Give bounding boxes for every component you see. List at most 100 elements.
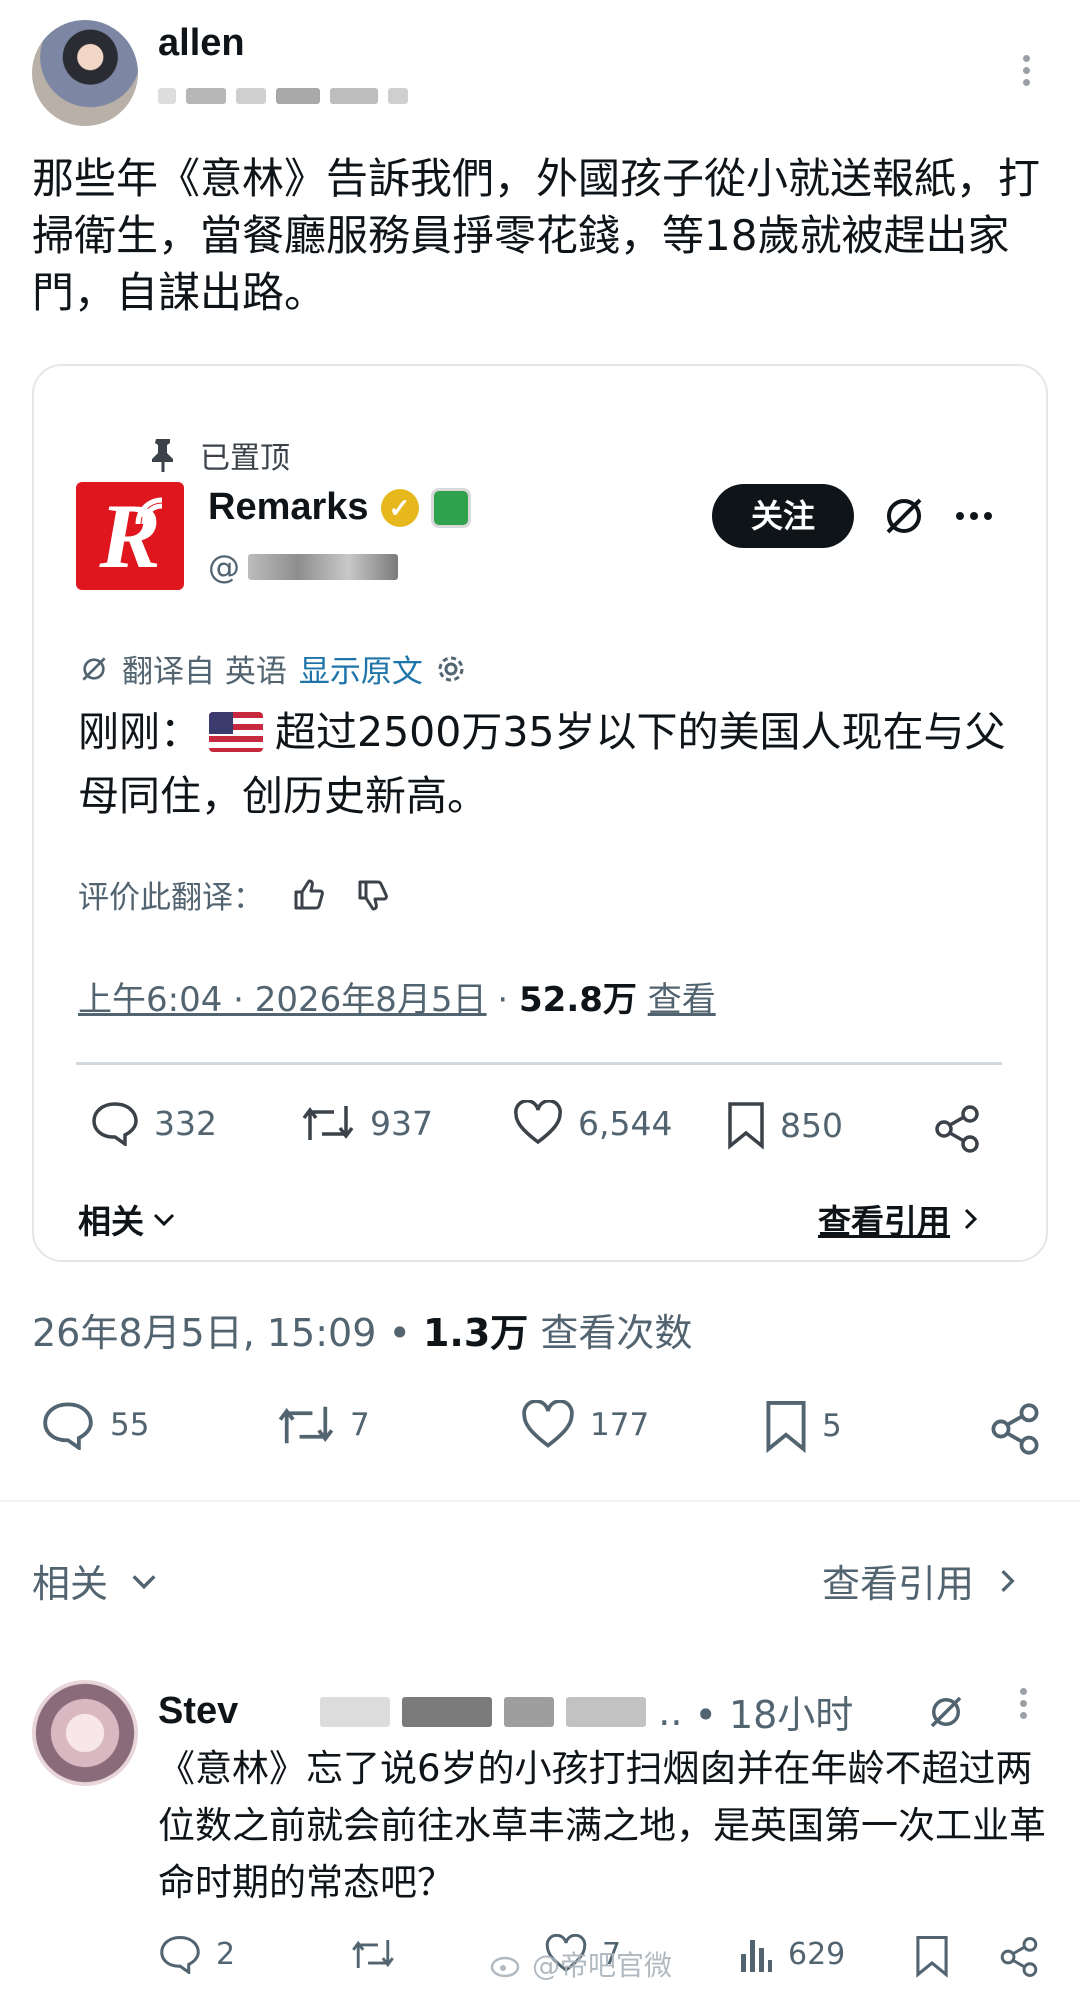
pinned-label: 已置顶	[200, 441, 290, 476]
reply-author-name[interactable]: Stev	[158, 1690, 238, 1733]
post-bookmark-button[interactable]: 5	[764, 1398, 842, 1454]
grok-icon[interactable]	[880, 492, 928, 540]
share-icon[interactable]	[998, 1936, 1040, 1978]
settings-gear-icon[interactable]	[435, 653, 467, 685]
related-label: 相关	[32, 1562, 109, 1606]
quoted-view-quotes-link[interactable]: 查看引用	[818, 1195, 982, 1243]
remarks-avatar[interactable]: R	[76, 482, 184, 590]
reply-count: 55	[110, 1407, 150, 1443]
more-options-icon[interactable]	[1016, 55, 1036, 95]
meta-dot: ·	[486, 980, 520, 1020]
heart-icon	[522, 1400, 574, 1448]
share-icon[interactable]	[932, 1104, 982, 1154]
translated-from-label: 翻译自 英语	[122, 654, 287, 690]
view-quotes-link[interactable]: 查看引用	[822, 1553, 1020, 1608]
repost-count: 7	[350, 1407, 370, 1443]
quoted-related-toggle[interactable]: 相关	[78, 1195, 178, 1243]
author-handle-redacted	[158, 86, 428, 106]
related-toggle[interactable]: 相关	[32, 1553, 160, 1608]
bookmark-count: 850	[780, 1105, 843, 1145]
like-count: 6,544	[578, 1103, 673, 1143]
bookmark-icon[interactable]	[914, 1934, 950, 1978]
redacted-block	[566, 1696, 647, 1727]
author-name[interactable]: allen	[158, 22, 245, 65]
grok-translate-icon	[82, 656, 106, 681]
bookmark-icon	[766, 1400, 806, 1454]
post-like-button[interactable]: 177	[520, 1400, 649, 1450]
reply-avatar[interactable]	[32, 1680, 138, 1786]
quoted-repost-button[interactable]: 937	[300, 1100, 433, 1146]
heart-icon	[514, 1100, 562, 1145]
reply-more-options-icon[interactable]	[1020, 1688, 1030, 1724]
grok-icon[interactable]	[925, 1691, 967, 1733]
post-reply-button[interactable]: 55	[40, 1400, 149, 1450]
reply-views-button[interactable]: 629	[738, 1934, 845, 1974]
quoted-bookmark-button[interactable]: 850	[726, 1100, 843, 1150]
rate-translation-row: 评价此翻译：	[78, 872, 392, 917]
chevron-right-icon	[1001, 1569, 1015, 1592]
quoted-post-text: 刚刚： 超过2500万35岁以下的美国人现在与父母同住，创历史新高。	[78, 700, 1018, 828]
bookmark-count: 5	[822, 1408, 842, 1444]
thumbs-up-icon[interactable]	[290, 876, 328, 914]
chevron-right-icon	[964, 1208, 978, 1230]
quoted-like-button[interactable]: 6,544	[512, 1100, 672, 1146]
redacted-block	[320, 1696, 391, 1727]
weibo-logo-icon	[490, 1956, 520, 1978]
handle-prefix: @	[208, 548, 240, 586]
quoted-meta-row: 上午6:04 · 2026年8月5日 · 52.8万 查看	[78, 972, 716, 1021]
quoted-reply-button[interactable]: 332	[90, 1100, 217, 1146]
post-repost-button[interactable]: 7	[276, 1400, 370, 1450]
reply-icon	[160, 1935, 200, 1974]
quoted-views-label[interactable]: 查看	[648, 980, 716, 1020]
rate-translation-label: 评价此翻译：	[78, 880, 264, 916]
author-avatar[interactable]	[32, 20, 138, 126]
quoted-author-handle[interactable]: @	[208, 548, 398, 586]
thumbs-down-icon[interactable]	[354, 876, 392, 914]
reply-header: Stev .. • 18小时	[158, 1684, 967, 1739]
view-quotes-label: 查看引用	[818, 1202, 950, 1241]
analytics-icon	[741, 1940, 772, 1972]
post-views-count: 1.3万	[422, 1311, 529, 1355]
verified-badge-icon: ✓	[380, 488, 419, 527]
views-count: 629	[788, 1936, 846, 1972]
related-label: 相关	[78, 1202, 144, 1241]
signal-icon	[135, 497, 163, 525]
bookmark-icon	[728, 1102, 764, 1150]
reply-time: • 18小时	[694, 1693, 854, 1737]
us-flag-icon	[209, 712, 263, 752]
quoted-author-row[interactable]: Remarks ✓	[208, 486, 471, 529]
post-meta: 26年8月5日, 15:09 • 1.3万 查看次数	[32, 1302, 692, 1357]
view-quotes-label: 查看引用	[822, 1562, 975, 1606]
reply-repost-button[interactable]	[350, 1934, 410, 1974]
repost-icon	[278, 1406, 334, 1444]
reply-icon	[43, 1402, 93, 1450]
chevron-down-icon	[132, 1574, 156, 1589]
pin-icon	[152, 439, 173, 472]
post-timestamp: 26年8月5日, 15:09 •	[32, 1311, 411, 1355]
post-text: 那些年《意林》告訴我們，外國孩子從小就送報紙，打掃衛生，當餐廳服務員掙零花錢，等…	[32, 154, 1041, 317]
card-divider	[76, 1062, 1002, 1065]
show-original-link[interactable]: 显示原文	[299, 646, 423, 691]
share-icon[interactable]	[988, 1402, 1042, 1456]
handle-redacted	[248, 554, 398, 580]
text-prefix: 刚刚：	[78, 708, 201, 756]
follow-button[interactable]: 关注	[712, 484, 854, 548]
watermark-text: @帝吧官微	[532, 1949, 673, 1982]
repost-icon	[302, 1106, 354, 1140]
reply-text: 《意林》忘了说6岁的小孩打扫烟囱并在年龄不超过两位数之前就会前往水草丰满之地，是…	[158, 1747, 1046, 1904]
post-views-label: 查看次数	[540, 1311, 693, 1355]
repost-icon	[352, 1940, 394, 1968]
translation-bar: 翻译自 英语 显示原文	[78, 646, 467, 691]
card-more-options-icon[interactable]	[956, 512, 992, 520]
reply-ellipsis: ..	[658, 1689, 683, 1734]
weibo-watermark: @帝吧官微	[490, 1944, 672, 1984]
reply-reply-button[interactable]: 2	[158, 1934, 235, 1974]
pinned-indicator: 已置顶	[148, 433, 290, 477]
repost-count: 937	[370, 1103, 433, 1143]
quoted-author-name[interactable]: Remarks	[208, 486, 369, 529]
reply-icon	[92, 1102, 138, 1146]
redacted-block	[402, 1696, 493, 1727]
like-count: 177	[590, 1407, 650, 1443]
quoted-timestamp[interactable]: 上午6:04 · 2026年8月5日	[78, 980, 487, 1020]
affiliate-badge-icon	[430, 487, 471, 528]
